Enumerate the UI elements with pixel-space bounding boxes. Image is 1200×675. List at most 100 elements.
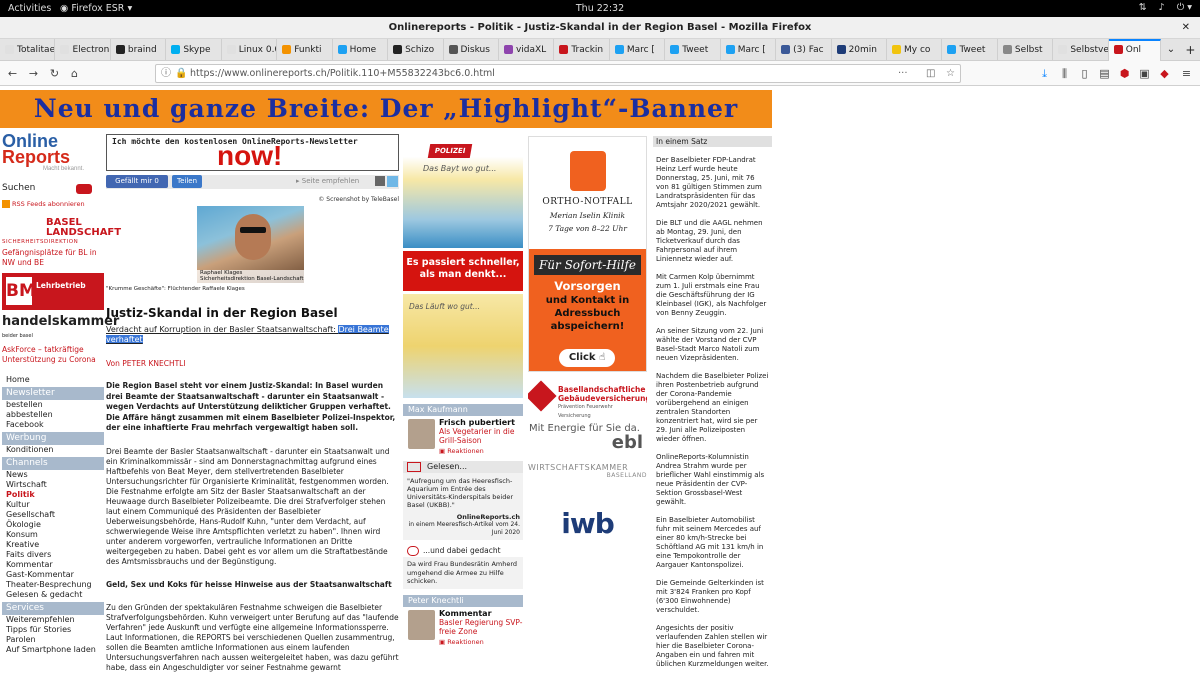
new-tab-icon[interactable]: + [1181,39,1200,60]
wirtschaftskammer-ad[interactable]: WIRTSCHAFTSKAMMER BASELLAND [528,463,647,479]
polizei-slogan[interactable]: Es passiert schneller, als man denkt... [403,251,523,291]
menu-item[interactable]: Kultur [2,500,104,510]
bgv-ad[interactable]: Basellandschaftliche Gebäudeversicherung… [528,380,647,419]
tab-8[interactable]: Diskus [444,39,499,61]
menu-item[interactable]: Kommentar [2,560,104,570]
kaufmann-sub[interactable]: Als Vegetarier in die Grill-Saison [439,427,523,445]
tab-16[interactable]: My co [887,39,943,61]
facebook-share-button[interactable]: Teilen [172,175,202,188]
forward-icon[interactable]: → [25,65,42,82]
menu-item[interactable]: Konditionen [2,445,104,455]
tab-7[interactable]: Schizo [388,39,444,61]
reactions-link[interactable]: ▣ Reaktionen [439,638,523,646]
menu-item[interactable]: Theater-Besprechung [2,580,104,590]
menu-item[interactable]: Tipps für Stories [2,625,104,635]
tab-1[interactable]: Electronic [55,39,111,61]
tab-11[interactable]: Marc [ [610,39,666,61]
tab-9[interactable]: vidaXL [499,39,555,61]
menu-item[interactable]: Faits divers [2,550,104,560]
tab-list-icon[interactable]: ⌄ [1161,39,1180,60]
home-icon[interactable]: ⌂ [66,65,83,82]
system-tray[interactable]: ⇅ ♪ ⏻ ▾ [1139,2,1192,13]
tab-18[interactable]: Selbst [998,39,1054,61]
ortho-sofort: Für Sofort-Hilfe [534,255,641,275]
addon2-icon[interactable]: ◆ [1156,65,1173,82]
tab-20[interactable]: Onl [1108,39,1162,61]
kaufmann-item[interactable]: Frisch pubertiert Als Vegetarier in die … [403,416,523,456]
ortho-click-button[interactable]: Click ☝ [559,349,615,367]
tab-19[interactable]: Selbstverl [1053,39,1109,61]
tab-5[interactable]: Funkti [277,39,333,61]
download-icon[interactable]: ⤓ [1036,65,1053,82]
menu-item[interactable]: abbestellen [2,410,104,420]
tab-10[interactable]: Trackin [554,39,610,61]
menu-item[interactable]: News [2,470,104,480]
lock-icon[interactable]: 🔒 [175,65,187,82]
menu-item[interactable]: Ökologie [2,520,104,530]
info-icon[interactable]: ⓘ [161,65,171,82]
share-row: Gefällt mir 0 Teilen ▸ Seite empfehlen [106,175,399,189]
ortho-ad[interactable]: ORTHO-NOTFALL Merian Iselin Klinik 7 Tag… [528,136,647,372]
reload-icon[interactable]: ↻ [46,65,63,82]
polizei-ad-2[interactable]: Das Läuft wo gut... [403,294,523,398]
tab-12[interactable]: Tweet [665,39,721,61]
menu-item[interactable]: Parolen [2,635,104,645]
menu-item[interactable]: Konsum [2,530,104,540]
hamburger-menu-icon[interactable]: ≡ [1178,65,1195,82]
tab-0[interactable]: Totalitaer [0,39,56,61]
pocket-icon[interactable]: ◫ [926,65,935,82]
menu-item[interactable]: Facebook [2,420,104,430]
tab-label: Electronic [72,45,110,55]
bl-logo[interactable]: BASEL LANDSCHAFT SICHERHEITSDIREKTION [2,218,121,246]
menu-home[interactable]: Home [2,375,104,385]
menu-item[interactable]: Gelesen & gedacht [2,590,104,600]
menu-item[interactable]: Wirtschaft [2,480,104,490]
highlight-banner[interactable]: Neu und ganze Breite: Der „Highlight“-Ba… [0,90,772,128]
recommend-link[interactable]: ▸ Seite empfehlen [296,175,359,188]
menu-item[interactable]: Weiterempfehlen [2,615,104,625]
back-icon[interactable]: ← [4,65,21,82]
tab-13[interactable]: Marc [ [721,39,777,61]
tab-4[interactable]: Linux 0.01 [222,39,278,61]
rss-link[interactable]: RSS Feeds abonnieren [2,200,104,208]
site-logo[interactable]: Online Reports Macht bekannt. [2,132,104,173]
sidebar-icon[interactable]: ▯ [1076,65,1093,82]
menu-item[interactable]: Kreative [2,540,104,550]
extension-icon[interactable]: ▤ [1096,65,1113,82]
polizei-ad[interactable]: POLIZEI Das Bayt wo gut... [403,134,523,248]
bl-link[interactable]: Gefängnisplätze für BL in NW und BE [2,248,104,268]
clock[interactable]: Thu 22:32 [0,3,1200,14]
handelskammer-logo[interactable]: handelskammer beider basel [2,315,119,343]
tab-14[interactable]: (3) Fac [776,39,832,61]
menu-item[interactable]: Gesellschaft [2,510,104,520]
tab-2[interactable]: braind [111,39,167,61]
knechtli-sub[interactable]: Basler Regierung SVP-freie Zone [439,618,523,636]
menu-item[interactable]: Auf Smartphone laden [2,645,104,655]
more-icon[interactable]: ··· [898,65,908,82]
close-icon[interactable]: ✕ [1182,17,1190,39]
menu-item[interactable]: bestellen [2,400,104,410]
search-button[interactable] [76,184,92,194]
newsletter-box[interactable]: Ich möchte den kostenlosen OnlineReports… [106,134,399,171]
tab-15[interactable]: 20min [832,39,887,61]
ebl-ad[interactable]: Mit Energie für Sie da. ebl [528,423,647,459]
bookmark-star-icon[interactable]: ☆ [946,65,955,82]
tab-3[interactable]: Skype [166,39,222,61]
addon-icon[interactable]: ▣ [1136,65,1153,82]
tab-6[interactable]: Home [333,39,389,61]
twitter-icon[interactable] [387,176,398,187]
knechtli-item[interactable]: Kommentar Basler Regierung SVP-freie Zon… [403,607,523,647]
library-icon[interactable]: ⫼ [1056,65,1073,82]
menu-item[interactable]: Gast-Kommentar [2,570,104,580]
hk-link[interactable]: AskForce – tatkräftige Unterstützung zu … [2,345,104,365]
bm-ad[interactable]: BM Lehrbetrieb [2,273,104,310]
iwb-ad[interactable]: iwb [528,507,647,540]
ublock-icon[interactable]: ⬢ [1116,65,1133,82]
menu-item[interactable]: Politik [2,490,104,500]
print-icon[interactable] [375,176,385,186]
reactions-link[interactable]: ▣ Reaktionen [439,447,523,455]
url-bar[interactable]: ⓘ 🔒 https://www.onlinereports.ch/Politik… [155,64,961,83]
url-text[interactable]: https://www.onlinereports.ch/Politik.110… [190,65,495,82]
tab-17[interactable]: Tweet [942,39,998,61]
facebook-like-button[interactable]: Gefällt mir 0 [106,175,168,188]
